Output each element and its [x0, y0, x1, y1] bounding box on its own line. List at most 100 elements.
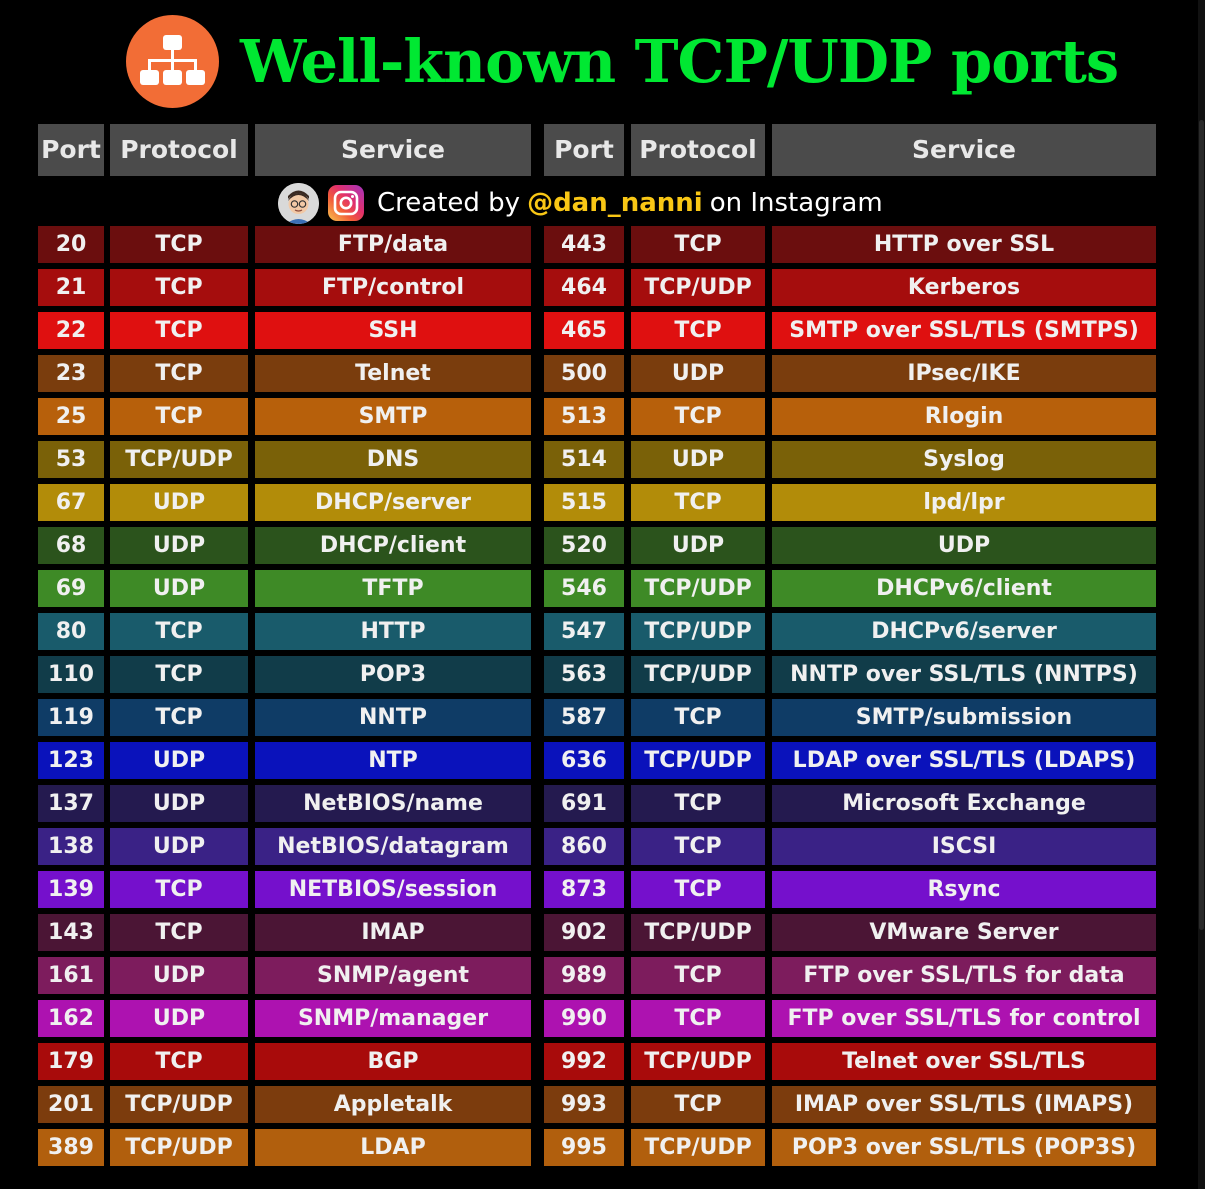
- table-row: 69 UDP TFTP 546 TCP/UDP DHCPv6/client: [0, 570, 1205, 607]
- cell-service-left: NETBIOS/session: [255, 871, 531, 908]
- header-protocol-right: Protocol: [631, 124, 765, 176]
- cell-service-right: SMTP/submission: [772, 699, 1156, 736]
- cell-port-left: 53: [38, 441, 104, 478]
- cell-port-left: 123: [38, 742, 104, 779]
- cell-service-right: Rlogin: [772, 398, 1156, 435]
- cell-protocol-left: TCP: [110, 398, 248, 435]
- cell-protocol-right: TCP: [631, 785, 765, 822]
- cell-protocol-left: TCP/UDP: [110, 1129, 248, 1166]
- cell-service-right: Kerberos: [772, 269, 1156, 306]
- cell-protocol-right: TCP/UDP: [631, 269, 765, 306]
- cell-service-left: DHCP/server: [255, 484, 531, 521]
- scrollbar-thumb[interactable]: [1199, 120, 1204, 930]
- cell-service-left: SNMP/manager: [255, 1000, 531, 1037]
- cell-protocol-left: TCP: [110, 312, 248, 349]
- cell-service-left: IMAP: [255, 914, 531, 951]
- cell-protocol-left: TCP: [110, 1043, 248, 1080]
- cell-protocol-right: UDP: [631, 355, 765, 392]
- cell-protocol-left: UDP: [110, 828, 248, 865]
- cell-service-left: POP3: [255, 656, 531, 693]
- header-port-left: Port: [38, 124, 104, 176]
- cell-service-left: FTP/control: [255, 269, 531, 306]
- cell-service-left: NTP: [255, 742, 531, 779]
- cell-port-right: 902: [544, 914, 624, 951]
- cell-protocol-left: TCP: [110, 699, 248, 736]
- cell-port-right: 993: [544, 1086, 624, 1123]
- cell-port-right: 989: [544, 957, 624, 994]
- cell-port-left: 110: [38, 656, 104, 693]
- cell-service-left: SMTP: [255, 398, 531, 435]
- page-title: Well-known TCP/UDP ports: [240, 27, 1119, 96]
- cell-service-left: DNS: [255, 441, 531, 478]
- cell-port-right: 464: [544, 269, 624, 306]
- cell-port-left: 67: [38, 484, 104, 521]
- network-hierarchy-icon: [126, 15, 219, 108]
- cell-service-right: lpd/lpr: [772, 484, 1156, 521]
- cell-service-right: ISCSI: [772, 828, 1156, 865]
- cell-service-left: FTP/data: [255, 226, 531, 263]
- cell-protocol-right: TCP: [631, 312, 765, 349]
- cell-service-right: Telnet over SSL/TLS: [772, 1043, 1156, 1080]
- cell-port-left: 21: [38, 269, 104, 306]
- cell-port-left: 20: [38, 226, 104, 263]
- cell-protocol-left: UDP: [110, 484, 248, 521]
- cell-port-left: 25: [38, 398, 104, 435]
- table-row: 21 TCP FTP/control 464 TCP/UDP Kerberos: [0, 269, 1205, 306]
- cell-protocol-right: TCP: [631, 1000, 765, 1037]
- cell-protocol-left: TCP: [110, 656, 248, 693]
- cell-protocol-right: UDP: [631, 441, 765, 478]
- cell-port-left: 179: [38, 1043, 104, 1080]
- cell-protocol-right: TCP/UDP: [631, 742, 765, 779]
- table-row: 179 TCP BGP 992 TCP/UDP Telnet over SSL/TLS: [0, 1043, 1205, 1080]
- cell-service-left: SNMP/agent: [255, 957, 531, 994]
- cell-port-right: 860: [544, 828, 624, 865]
- cell-protocol-left: UDP: [110, 1000, 248, 1037]
- credit-line: Created by @dan_nanni on Instagram: [278, 181, 883, 225]
- cell-service-left: BGP: [255, 1043, 531, 1080]
- table-row: 201 TCP/UDP Appletalk 993 TCP IMAP over SSL/T…: [0, 1086, 1205, 1123]
- table-row: 162 UDP SNMP/manager 990 TCP FTP over SSL/TLS…: [0, 1000, 1205, 1037]
- cell-service-left: HTTP: [255, 613, 531, 650]
- cell-service-right: FTP over SSL/TLS for control: [772, 1000, 1156, 1037]
- cell-service-left: DHCP/client: [255, 527, 531, 564]
- header-service-left: Service: [255, 124, 531, 176]
- table-row: 25 TCP SMTP 513 TCP Rlogin: [0, 398, 1205, 435]
- table-header: Port Protocol Service Port Protocol Serv…: [0, 124, 1205, 176]
- cell-service-right: LDAP over SSL/TLS (LDAPS): [772, 742, 1156, 779]
- cell-port-left: 137: [38, 785, 104, 822]
- cell-port-right: 563: [544, 656, 624, 693]
- cell-protocol-left: TCP: [110, 269, 248, 306]
- cell-port-left: 23: [38, 355, 104, 392]
- table-row: 68 UDP DHCP/client 520 UDP UDP: [0, 527, 1205, 564]
- cell-port-left: 201: [38, 1086, 104, 1123]
- cell-protocol-right: TCP: [631, 699, 765, 736]
- table-row: 110 TCP POP3 563 TCP/UDP NNTP over SSL/TLS (N…: [0, 656, 1205, 693]
- cell-port-right: 500: [544, 355, 624, 392]
- credit-handle-link[interactable]: @dan_nanni: [527, 188, 703, 218]
- table-row: 161 UDP SNMP/agent 989 TCP FTP over SSL/TLS f…: [0, 957, 1205, 994]
- cell-protocol-right: UDP: [631, 527, 765, 564]
- cell-port-right: 465: [544, 312, 624, 349]
- cell-service-left: NetBIOS/name: [255, 785, 531, 822]
- cell-port-left: 68: [38, 527, 104, 564]
- table-row: 138 UDP NetBIOS/datagram 860 TCP ISCSI: [0, 828, 1205, 865]
- cell-port-left: 161: [38, 957, 104, 994]
- cell-protocol-right: TCP/UDP: [631, 613, 765, 650]
- cell-port-right: 995: [544, 1129, 624, 1166]
- cell-port-left: 69: [38, 570, 104, 607]
- vertical-scrollbar[interactable]: [1198, 0, 1205, 1189]
- cell-port-left: 119: [38, 699, 104, 736]
- cell-protocol-right: TCP: [631, 398, 765, 435]
- cell-port-left: 143: [38, 914, 104, 951]
- cell-protocol-left: TCP: [110, 914, 248, 951]
- cell-protocol-right: TCP: [631, 1086, 765, 1123]
- table-row: 22 TCP SSH 465 TCP SMTP over SSL/TLS (SMTPS): [0, 312, 1205, 349]
- cell-service-left: Appletalk: [255, 1086, 531, 1123]
- cell-service-right: Microsoft Exchange: [772, 785, 1156, 822]
- table-row: 20 TCP FTP/data 443 TCP HTTP over SSL: [0, 226, 1205, 263]
- cell-port-right: 691: [544, 785, 624, 822]
- network-hierarchy-glyph: [140, 35, 205, 85]
- cell-protocol-right: TCP/UDP: [631, 1129, 765, 1166]
- table-row: 389 TCP/UDP LDAP 995 TCP/UDP POP3 over SSL/TL…: [0, 1129, 1205, 1166]
- cell-protocol-right: TCP/UDP: [631, 1043, 765, 1080]
